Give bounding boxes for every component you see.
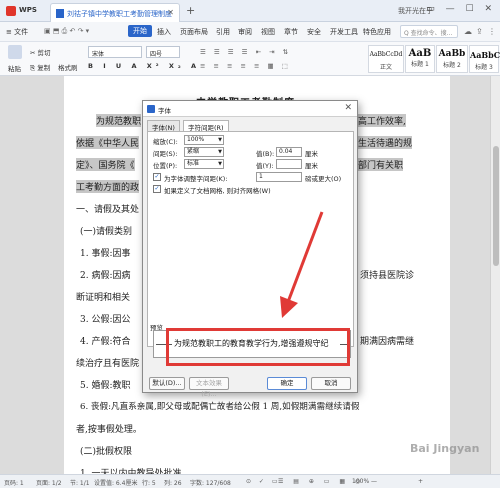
status-bar: 页码: 1 页面: 1/2 节: 1/1 设置值: 6.4厘米 行: 5 列: … bbox=[0, 474, 500, 488]
status-words[interactable]: 字数: 127/608 bbox=[190, 478, 231, 487]
status-row: 行: 5 bbox=[142, 480, 156, 487]
status-icons[interactable]: ⊙ ✓ ▭ bbox=[246, 478, 281, 485]
annotation-arrow bbox=[280, 211, 324, 318]
status-setting: 设置值: 6.4厘米 bbox=[94, 480, 138, 487]
zoom-in-icon[interactable]: + bbox=[418, 478, 423, 485]
watermark-logo: Bai Jingyan bbox=[410, 442, 480, 455]
status-section: 节: 1/1 bbox=[70, 480, 90, 487]
status-col: 列: 26 bbox=[164, 480, 182, 487]
annotation-highlight-box bbox=[166, 328, 350, 366]
status-pages[interactable]: 页面: 1/2 bbox=[36, 478, 62, 487]
status-page[interactable]: 页码: 1 bbox=[4, 478, 24, 487]
zoom-level[interactable]: 100% — bbox=[352, 478, 377, 485]
